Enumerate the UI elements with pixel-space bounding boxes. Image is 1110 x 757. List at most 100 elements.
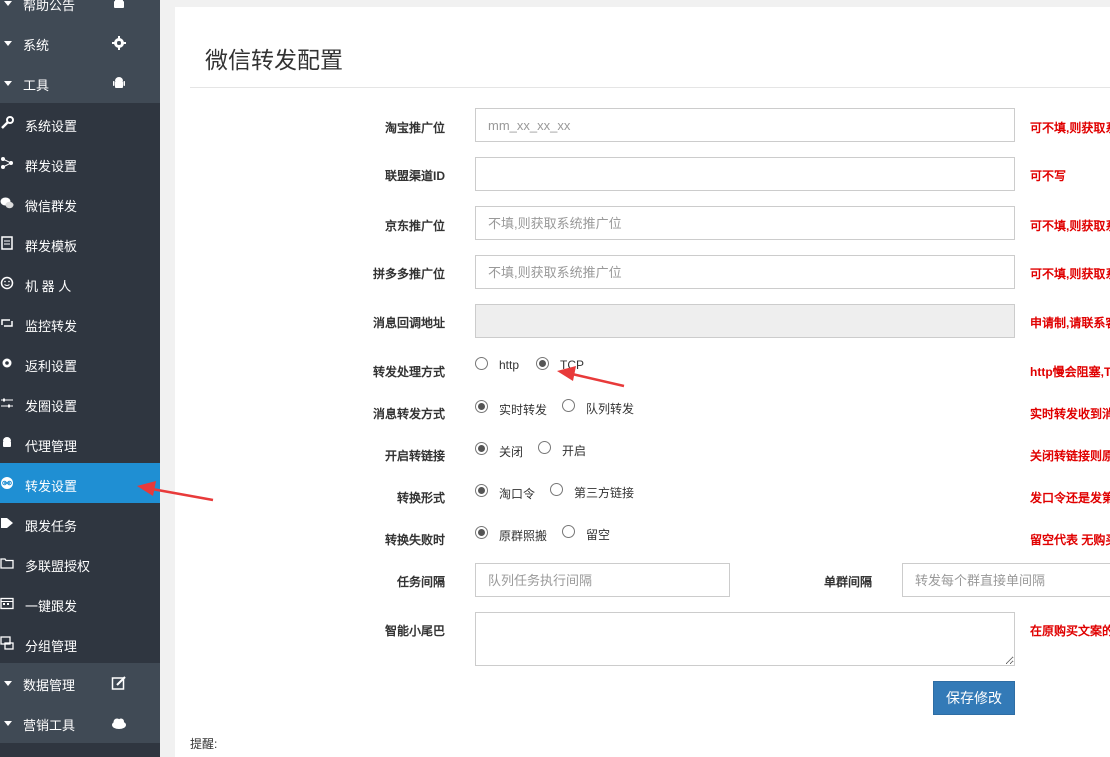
sidebar-item-monitor-forward[interactable]: 监控转发	[0, 303, 160, 343]
sidebar-item-label: 机 器 人	[25, 279, 72, 294]
jd-pid-hint: 可不填,则获取系	[1030, 219, 1110, 233]
link-icon	[1, 477, 13, 489]
retweet-icon	[1, 319, 13, 327]
jd-pid-input[interactable]	[475, 206, 1015, 240]
forward-mode-label: 转发处理方式	[372, 365, 445, 379]
page-title: 微信转发配置	[205, 47, 343, 73]
convert-format-token-label: 淘口令	[499, 487, 536, 501]
gear-icon	[2, 358, 12, 368]
edit-icon	[111, 676, 126, 690]
msg-forward-mode-label: 消息转发方式	[372, 407, 445, 421]
sidebar-item-group-management[interactable]: 分组管理	[0, 623, 160, 663]
convert-link-hint: 关闭转链接则原	[1030, 449, 1110, 463]
convert-link-off-radio[interactable]	[475, 442, 488, 455]
caret-down-icon	[4, 81, 12, 86]
channel-id-hint: 可不写	[1030, 169, 1067, 183]
msg-forward-queue-label: 队列转发	[586, 402, 635, 416]
pdd-pid-input[interactable]	[475, 255, 1015, 289]
channel-id-input[interactable]	[475, 157, 1015, 191]
pdd-pid-label: 拼多多推广位	[372, 267, 445, 281]
forward-mode-http-radio[interactable]	[475, 357, 488, 370]
on-fail-copy-label: 原群照搬	[499, 529, 548, 543]
forward-mode-tcp-label: TCP	[560, 358, 584, 372]
on-fail-hint: 留空代表 无购买	[1030, 533, 1110, 547]
convert-format-label: 转换形式	[396, 491, 445, 505]
forward-mode-tcp-radio[interactable]	[536, 357, 549, 370]
cloud-icon	[112, 718, 126, 729]
sidebar-item-rebate-settings[interactable]: 返利设置	[0, 343, 160, 383]
gear-icon	[112, 36, 126, 50]
sidebar-item-agent-management[interactable]: 代理管理	[0, 423, 160, 463]
reminder-label: 提醒:	[190, 737, 218, 751]
sidebar-item-forward-settings[interactable]: 转发设置	[0, 463, 160, 503]
forward-mode-hint: http慢会阻塞,T	[1030, 365, 1110, 379]
group-interval-input[interactable]	[902, 563, 1110, 597]
sidebar-item-label: 分组管理	[25, 639, 78, 654]
convert-link-on-radio[interactable]	[538, 441, 551, 454]
sidebar-item-moments-settings[interactable]: 发圈设置	[0, 383, 160, 423]
taobao-pid-input[interactable]	[475, 108, 1015, 142]
sidebar-item-group-send-template[interactable]: 群发模板	[0, 223, 160, 263]
sidebar-group-label: 帮助公告	[23, 0, 76, 13]
share-nodes-icon	[1, 157, 13, 169]
msg-forward-realtime-radio[interactable]	[475, 400, 488, 413]
msg-forward-queue-radio[interactable]	[562, 399, 575, 412]
sidebar-group-marketing-tools[interactable]: 营销工具	[0, 703, 160, 743]
sitemap-icon	[0, 636, 14, 650]
convert-format-hint: 发口令还是发第	[1030, 491, 1110, 505]
sidebar-item-label: 监控转发	[25, 319, 78, 334]
tail-textarea[interactable]	[475, 612, 1015, 666]
smile-icon	[0, 276, 14, 290]
convert-link-label: 开启转链接	[384, 449, 445, 463]
sidebar-item-one-click-follow[interactable]: 一键跟发	[0, 583, 160, 623]
calendar-icon	[0, 597, 14, 610]
sidebar-item-multi-alliance-auth[interactable]: 多联盟授权	[0, 543, 160, 583]
sidebar-item-wechat-group-send[interactable]: 微信群发	[0, 183, 160, 223]
convert-format-token-radio[interactable]	[475, 484, 488, 497]
sidebar-group-data-management[interactable]: 数据管理	[0, 663, 160, 703]
android-icon	[114, 0, 124, 8]
caret-down-icon	[4, 1, 12, 6]
sidebar-item-system-settings[interactable]: 系统设置	[0, 103, 160, 143]
pdd-pid-hint: 可不填,则获取系	[1030, 267, 1110, 281]
android-icon	[113, 77, 125, 88]
tail-hint: 在原购买文案的	[1030, 624, 1110, 638]
tail-label: 智能小尾巴	[384, 624, 445, 638]
sidebar-group-system[interactable]: 系统	[0, 23, 160, 63]
sidebar-group-label: 营销工具	[23, 718, 76, 733]
on-fail-copy-radio[interactable]	[475, 526, 488, 539]
sidebar-item-label: 代理管理	[25, 439, 78, 454]
sidebar-group-label: 系统	[23, 38, 50, 53]
caret-down-icon	[4, 721, 12, 726]
sidebar-item-robot[interactable]: 机 器 人	[0, 263, 160, 303]
wrench-icon	[1, 116, 14, 129]
sidebar-item-label: 系统设置	[25, 119, 78, 134]
sidebar: 帮助公告 系统 工具 系统设置 群发设置 微信群发 群发模板 机 器 人 监控转…	[0, 0, 160, 757]
sidebar-item-label: 发圈设置	[25, 399, 78, 414]
caret-down-icon	[4, 41, 12, 46]
sidebar-group-help[interactable]: 帮助公告	[0, 0, 160, 23]
main-panel: 微信转发配置 淘宝推广位 可不填,则获取系 联盟渠道ID 可不写 京东推广位 可…	[175, 7, 1110, 757]
callback-url-input	[475, 304, 1015, 338]
sidebar-item-follow-task[interactable]: 跟发任务	[0, 503, 160, 543]
task-interval-input[interactable]	[475, 563, 730, 597]
document-icon	[1, 236, 13, 250]
sidebar-item-label: 一键跟发	[25, 599, 78, 614]
sidebar-item-label: 群发模板	[25, 239, 78, 254]
channel-id-label: 联盟渠道ID	[384, 169, 445, 183]
convert-link-off-label: 关闭	[499, 445, 524, 459]
on-fail-empty-radio[interactable]	[562, 525, 575, 538]
sidebar-item-label: 返利设置	[25, 359, 78, 374]
wechat-icon	[0, 197, 14, 209]
sidebar-item-group-send-settings[interactable]: 群发设置	[0, 143, 160, 183]
sidebar-item-label: 转发设置	[25, 479, 78, 494]
jd-pid-label: 京东推广位	[384, 219, 445, 233]
taobao-pid-label: 淘宝推广位	[384, 121, 445, 135]
sidebar-item-label: 微信群发	[25, 199, 78, 214]
convert-format-thirdparty-label: 第三方链接	[574, 486, 635, 500]
convert-format-thirdparty-radio[interactable]	[550, 483, 563, 496]
sidebar-group-tools[interactable]: 工具	[0, 63, 160, 103]
taobao-pid-hint: 可不填,则获取系	[1030, 121, 1110, 135]
sliders-icon	[1, 398, 13, 408]
save-button[interactable]: 保存修改	[933, 681, 1015, 715]
